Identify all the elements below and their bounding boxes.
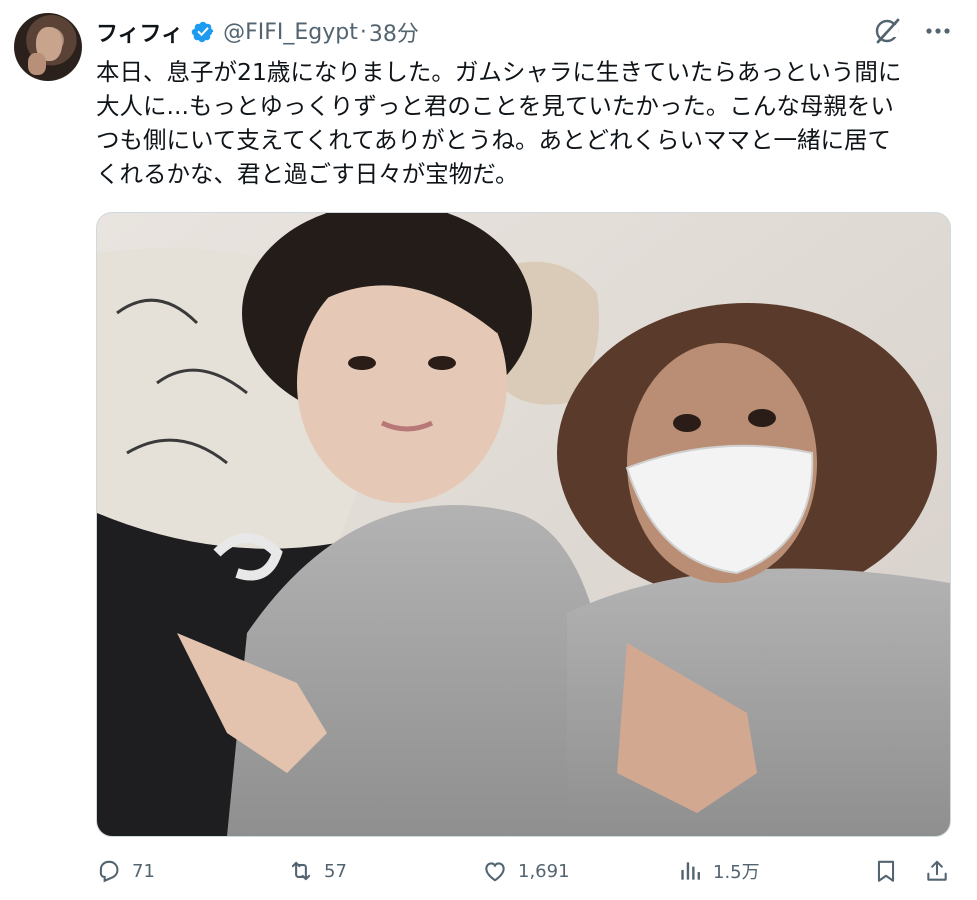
like-button[interactable]: 1,691: [482, 848, 570, 894]
avatar-hand: [28, 53, 46, 75]
bookmark-button[interactable]: [873, 848, 899, 894]
bookmark-icon: [877, 860, 895, 882]
verified-badge-icon[interactable]: [191, 20, 215, 44]
heart-icon: [485, 862, 505, 882]
repost-icon: [291, 861, 311, 881]
views-button[interactable]: 1.5万: [677, 848, 760, 894]
tweet-header: フィフィ @FIFI_Egypt · 38分: [96, 14, 419, 50]
separator-dot: ·: [359, 19, 367, 45]
author-name[interactable]: フィフィ: [96, 16, 183, 48]
tweet-photo[interactable]: [96, 212, 951, 837]
reply-count: 71: [132, 860, 155, 882]
more-options-icon[interactable]: [922, 16, 954, 46]
views-chart-icon: [681, 862, 700, 880]
repost-count: 57: [324, 860, 347, 882]
views-count: 1.5万: [713, 862, 760, 883]
tweet-timestamp[interactable]: 38分: [369, 16, 419, 48]
tweet-text-line: くれるかな、君と過ごす日々が宝物だ。: [96, 160, 519, 188]
avatar[interactable]: [14, 13, 82, 81]
action-bar: 71 57 1,691 1.5万: [0, 848, 977, 894]
share-button[interactable]: [924, 848, 950, 894]
author-handle[interactable]: @FIFI_Egypt: [223, 20, 358, 45]
tweet-text-line: 本日、息子が21歳になりました。ガムシャラに生きていたらあっという間に: [96, 58, 902, 86]
repost-button[interactable]: 57: [288, 848, 347, 894]
reply-button[interactable]: 71: [96, 848, 155, 894]
reply-icon: [99, 860, 119, 883]
like-count: 1,691: [518, 860, 570, 882]
grok-icon[interactable]: [872, 16, 902, 46]
photo-illustration: [97, 213, 950, 836]
tweet-text-line: 大人に...もっとゆっくりずっと君のことを見ていたかった。こんな母親をい: [96, 92, 894, 120]
share-icon: [927, 860, 947, 881]
tweet-text: 本日、息子が21歳になりました。ガムシャラに生きていたらあっという間に 大人に.…: [96, 55, 956, 191]
tweet-text-line: つも側にいて支えてくれてありがとうね。あとどれくらいママと一緒に居て: [96, 126, 892, 154]
